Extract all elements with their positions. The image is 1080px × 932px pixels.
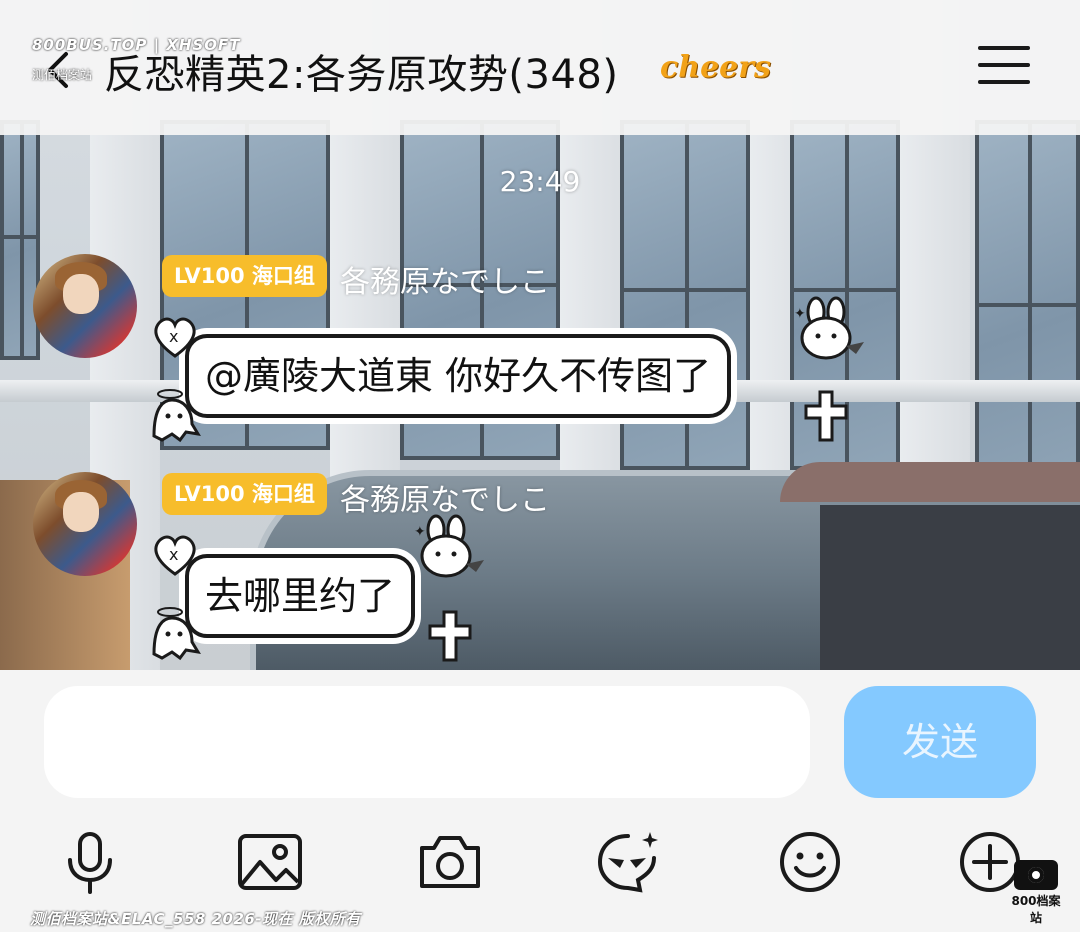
magic-sticker-icon[interactable] xyxy=(594,828,662,896)
svg-text:x: x xyxy=(169,327,178,346)
emoji-icon[interactable] xyxy=(776,828,844,896)
watermark-bottom: 测佰档案站&ELAC_558 2026-现在 版权所有 xyxy=(30,910,361,928)
ghost-sticker-icon xyxy=(152,607,201,661)
ghost-sticker-icon xyxy=(152,389,201,443)
avatar[interactable] xyxy=(33,254,137,358)
level-badge: LV100 海口组 xyxy=(162,255,327,297)
bunny-sticker-icon: ✦ xyxy=(794,296,864,360)
send-button[interactable]: 发送 xyxy=(844,686,1036,798)
microphone-icon[interactable] xyxy=(56,828,124,896)
bus-window xyxy=(820,505,1080,670)
message-bubble[interactable]: @廣陵大道東 你好久不传图了 xyxy=(185,334,732,418)
chat-header: 反恐精英2:各务原攻势(348) cheers xyxy=(0,0,1080,135)
svg-text:✦: ✦ xyxy=(794,306,806,322)
cheers-sticker: cheers xyxy=(660,50,771,85)
watermark-logo-text: 800档案站 xyxy=(1011,894,1061,925)
building-window xyxy=(0,120,40,360)
image-icon[interactable] xyxy=(236,828,304,896)
level-badge: LV100 海口组 xyxy=(162,473,327,515)
avatar[interactable] xyxy=(33,472,137,576)
svg-text:✦: ✦ xyxy=(414,524,426,540)
watermark-top: 800BUS.TOP | XHSOFT xyxy=(32,36,241,54)
svg-text:x: x xyxy=(169,545,178,564)
bus-roof xyxy=(780,462,1080,502)
watermark-logo: 800档案站 xyxy=(1006,860,1066,926)
camera-logo-icon xyxy=(1014,860,1058,890)
heart-sticker-icon: x xyxy=(154,317,196,358)
composer: 发送 xyxy=(0,670,1080,932)
camera-icon[interactable] xyxy=(416,828,484,896)
cross-sticker-icon xyxy=(804,390,848,442)
bunny-sticker-icon: ✦ xyxy=(414,514,484,578)
heart-sticker-icon: x xyxy=(154,535,196,576)
watermark-sub: 测佰档案站 xyxy=(32,68,93,82)
message-input[interactable] xyxy=(44,686,810,798)
message-bubble[interactable]: 去哪里约了 xyxy=(185,554,416,638)
sender-name[interactable]: 各務原なでしこ xyxy=(340,475,550,519)
message-timestamp: 23:49 xyxy=(499,165,581,198)
sender-name[interactable]: 各務原なでしこ xyxy=(340,257,550,301)
menu-icon[interactable] xyxy=(978,46,1030,90)
cross-sticker-icon xyxy=(428,610,472,662)
